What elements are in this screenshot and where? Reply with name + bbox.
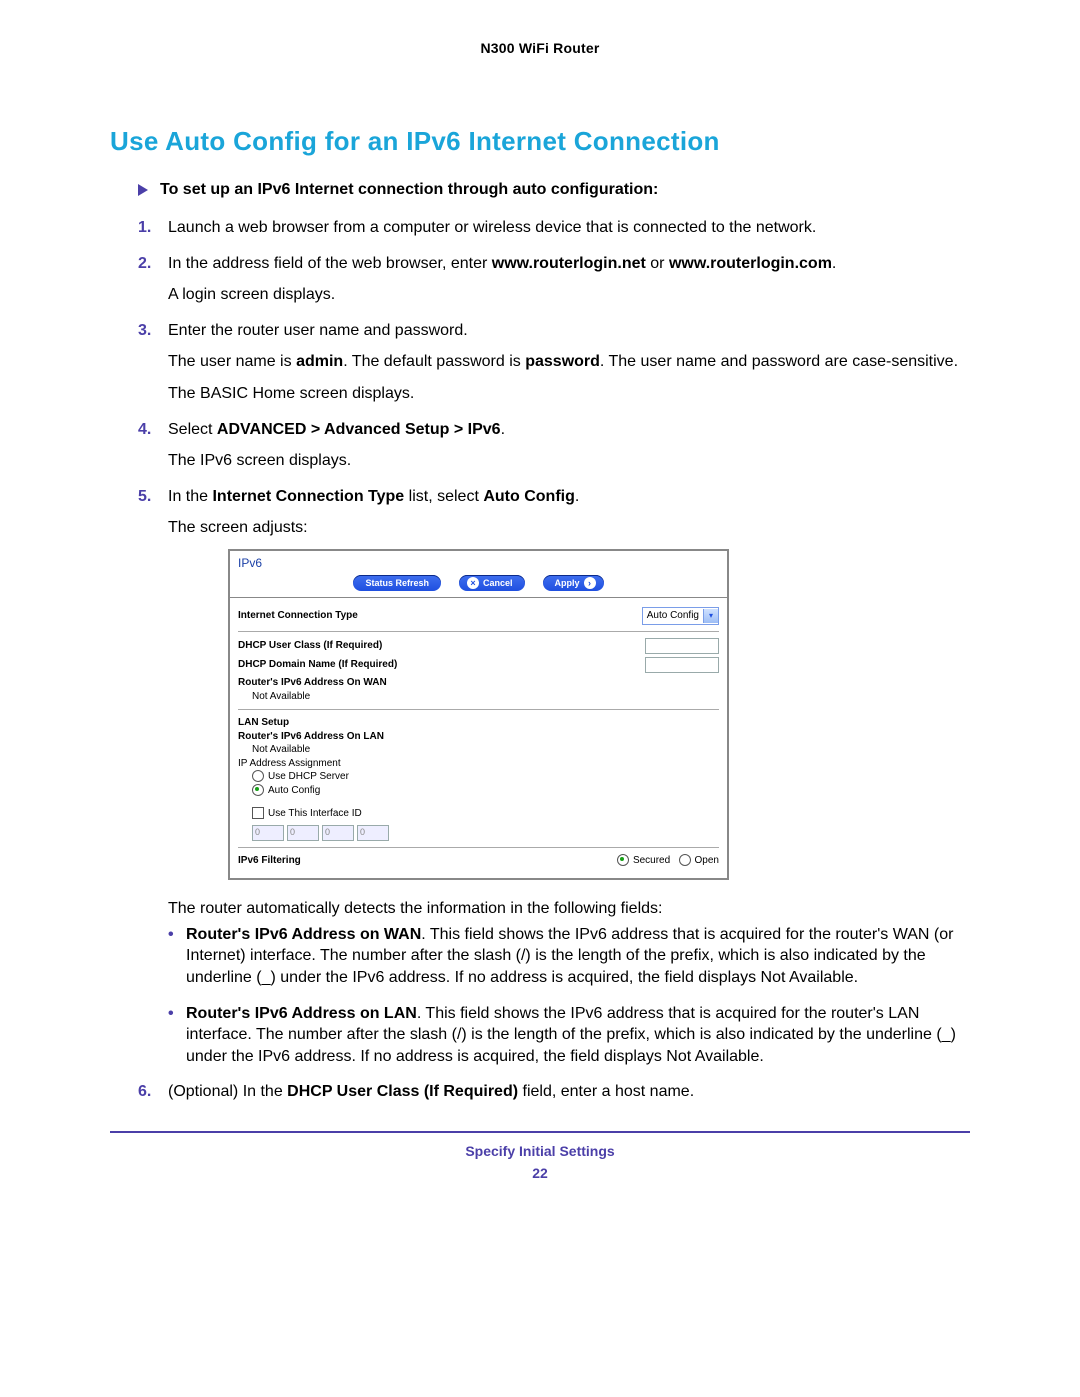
document-page: N300 WiFi Router Use Auto Config for an …	[0, 0, 1080, 1397]
apply-button[interactable]: Apply›	[543, 575, 604, 591]
conn-type-row: Internet Connection Type Auto Config ▾	[238, 607, 719, 625]
step-5-note: The screen adjusts:	[168, 517, 970, 539]
ip-assign-label: IP Address Assignment	[238, 757, 719, 771]
radio-open-label: Open	[695, 855, 719, 866]
bullet-lan: Router's IPv6 Address on LAN. This field…	[168, 1003, 970, 1068]
step-5: In the Internet Connection Type list, se…	[138, 486, 970, 1068]
lan-setup-label: LAN Setup	[238, 716, 719, 730]
field-description-list: Router's IPv6 Address on WAN. This field…	[168, 924, 970, 1068]
step-3-note2: The BASIC Home screen displays.	[168, 383, 970, 405]
arrow-right-icon: ›	[584, 577, 596, 589]
use-interface-id-row: Use This Interface ID	[252, 807, 719, 821]
page-header: N300 WiFi Router	[110, 40, 970, 56]
cancel-button[interactable]: ×Cancel	[459, 575, 525, 591]
wan-addr-value: Not Available	[252, 690, 719, 704]
use-interface-id-label: Use This Interface ID	[268, 808, 362, 819]
lan-addr-label: Router's IPv6 Address On LAN	[238, 730, 719, 744]
radio-secured-label: Secured	[633, 855, 670, 866]
section-heading: Use Auto Config for an IPv6 Internet Con…	[110, 126, 970, 157]
dhcp-user-class-row: DHCP User Class (If Required)	[238, 638, 719, 654]
ipv6-filtering-label: IPv6 Filtering	[238, 854, 301, 868]
checkbox-use-interface-id[interactable]	[252, 807, 264, 819]
steps-list: Launch a web browser from a computer or …	[138, 217, 970, 1103]
radio-dhcp-row: Use DHCP Server	[252, 770, 719, 784]
step-2-note: A login screen displays.	[168, 284, 970, 306]
radio-open[interactable]	[679, 854, 691, 866]
dhcp-user-class-label: DHCP User Class (If Required)	[238, 639, 382, 653]
step-1: Launch a web browser from a computer or …	[138, 217, 970, 239]
ui-button-bar: Status Refresh ×Cancel Apply›	[230, 573, 727, 597]
radio-secured[interactable]	[617, 854, 629, 866]
radio-auto-row: Auto Config	[252, 784, 719, 798]
step-6-text: (Optional) In the DHCP User Class (If Re…	[168, 1083, 694, 1100]
step-4: Select ADVANCED > Advanced Setup > IPv6.…	[138, 419, 970, 472]
triangle-icon	[138, 184, 148, 196]
dhcp-domain-label: DHCP Domain Name (If Required)	[238, 658, 397, 672]
divider	[238, 709, 719, 710]
status-refresh-button[interactable]: Status Refresh	[353, 575, 441, 591]
chevron-down-icon: ▾	[703, 609, 718, 623]
divider	[238, 847, 719, 848]
radio-dhcp-label: Use DHCP Server	[268, 771, 349, 782]
conn-type-label: Internet Connection Type	[238, 609, 358, 623]
ui-title: IPv6	[230, 551, 727, 573]
divider	[238, 631, 719, 632]
dhcp-domain-input[interactable]	[645, 657, 719, 673]
dhcp-domain-row: DHCP Domain Name (If Required)	[238, 657, 719, 673]
footer-section: Specify Initial Settings	[110, 1143, 970, 1159]
task-intro: To set up an IPv6 Internet connection th…	[138, 181, 970, 199]
step-4-note: The IPv6 screen displays.	[168, 450, 970, 472]
interface-id-fields: 0 0 0 0	[252, 825, 719, 841]
conn-type-select[interactable]: Auto Config ▾	[642, 607, 719, 625]
bullet-wan: Router's IPv6 Address on WAN. This field…	[168, 924, 970, 989]
ipv6-filtering-row: IPv6 Filtering Secured Open	[238, 854, 719, 868]
step-3-note1: The user name is admin. The default pass…	[168, 351, 970, 373]
footer-rule	[110, 1131, 970, 1133]
step-2: In the address field of the web browser,…	[138, 253, 970, 306]
step-4-text: Select ADVANCED > Advanced Setup > IPv6.	[168, 421, 505, 438]
step-6: (Optional) In the DHCP User Class (If Re…	[138, 1081, 970, 1103]
task-text: To set up an IPv6 Internet connection th…	[160, 181, 658, 199]
filtering-options: Secured Open	[617, 854, 719, 868]
conn-type-value: Auto Config	[647, 609, 699, 623]
radio-use-dhcp[interactable]	[252, 770, 264, 782]
close-icon: ×	[467, 577, 479, 589]
lan-addr-value: Not Available	[252, 743, 719, 757]
step-3-text: Enter the router user name and password.	[168, 322, 468, 339]
radio-auto-config[interactable]	[252, 784, 264, 796]
interface-id-2[interactable]: 0	[287, 825, 319, 841]
step-1-text: Launch a web browser from a computer or …	[168, 219, 816, 236]
interface-id-1[interactable]: 0	[252, 825, 284, 841]
dhcp-user-class-input[interactable]	[645, 638, 719, 654]
ipv6-config-screenshot: IPv6 Status Refresh ×Cancel Apply› Inter…	[228, 549, 729, 880]
interface-id-3[interactable]: 0	[322, 825, 354, 841]
interface-id-4[interactable]: 0	[357, 825, 389, 841]
step-5-text: In the Internet Connection Type list, se…	[168, 488, 579, 505]
footer-page-number: 22	[110, 1165, 970, 1181]
wan-addr-label: Router's IPv6 Address On WAN	[238, 676, 719, 690]
step-3: Enter the router user name and password.…	[138, 320, 970, 405]
radio-auto-label: Auto Config	[268, 785, 320, 796]
step-2-text: In the address field of the web browser,…	[168, 255, 836, 272]
after-shot-text: The router automatically detects the inf…	[168, 898, 970, 920]
ui-body: Internet Connection Type Auto Config ▾ D…	[230, 598, 727, 878]
